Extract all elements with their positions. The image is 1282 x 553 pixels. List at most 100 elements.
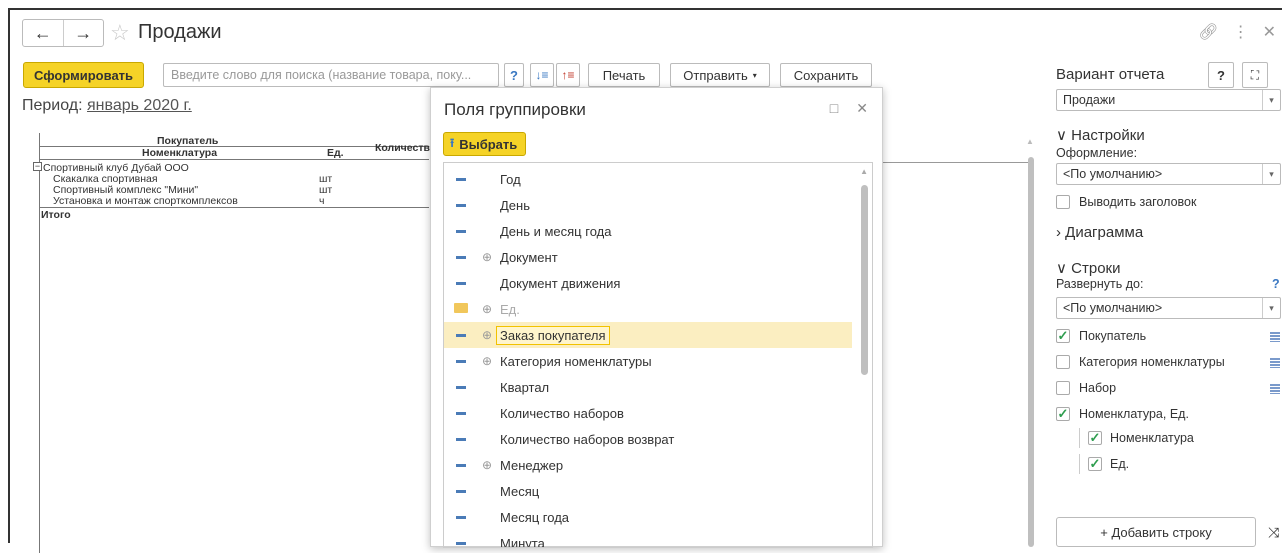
list-item[interactable]: Минута [444, 530, 852, 547]
list-item[interactable]: ⊕ Ед. [444, 296, 852, 322]
sort-desc-button[interactable]: ↑≡ [556, 63, 580, 87]
group-rows-icon [1270, 358, 1280, 368]
list-item[interactable]: ⊕ Категория номенклатуры [444, 348, 852, 374]
list-item[interactable]: Месяц [444, 478, 852, 504]
report-header-divider [39, 146, 429, 147]
variant-title: Вариант отчета [1056, 66, 1165, 83]
subgroup-checkbox-unit[interactable]: ✓ [1088, 457, 1102, 471]
chevron-down-icon: ▾ [752, 70, 757, 80]
close-icon[interactable]: ✕ [1263, 22, 1276, 42]
list-item[interactable]: Количество наборов [444, 400, 852, 426]
item-label: Год [500, 171, 521, 187]
dialog-title: Поля группировки [444, 100, 586, 119]
item-label: Месяц [500, 483, 540, 499]
folder-icon [454, 303, 468, 313]
group-checkbox-category[interactable] [1056, 355, 1070, 369]
expand-plus-icon[interactable]: ⊕ [482, 354, 492, 368]
generate-button[interactable]: Сформировать [23, 62, 145, 88]
sort-asc-button[interactable]: ↓≡ [530, 63, 554, 87]
report-row-unit: ч [319, 195, 325, 207]
scroll-up-icon[interactable]: ▲ [860, 167, 868, 176]
search-help-button[interactable]: ? [504, 63, 524, 87]
expand-help[interactable]: ? [1272, 277, 1280, 291]
send-button[interactable]: Отправить ▾ [670, 63, 770, 87]
header-buyer: Покупатель [157, 135, 219, 147]
item-label: Документ движения [500, 275, 621, 291]
group-rows-icon [1270, 332, 1280, 342]
list-item[interactable]: Документ движения [444, 270, 852, 296]
item-label: Количество наборов возврат [500, 431, 675, 447]
tree-line [1079, 428, 1080, 448]
item-label: Заказ покупателя [496, 325, 610, 345]
period-line: Период: январь 2020 г. [22, 97, 192, 115]
chevron-right-icon: › [1056, 224, 1061, 241]
list-item[interactable]: День [444, 192, 852, 218]
fields-list: Год День День и месяц года ⊕ Документ Док… [443, 162, 873, 548]
chart-section[interactable]: › Диаграмма [1056, 224, 1143, 241]
variant-select[interactable]: Продажи ▾ [1056, 89, 1281, 111]
period-link[interactable]: январь 2020 г. [87, 97, 192, 114]
print-button[interactable]: Печать [588, 63, 660, 87]
send-label: Отправить [683, 67, 748, 83]
group-checkbox-nomenclature[interactable]: ✓ [1056, 407, 1070, 421]
panel-scrollbar[interactable] [1028, 157, 1034, 547]
field-icon [456, 256, 466, 259]
field-icon [456, 282, 466, 285]
save-button[interactable]: Сохранить [780, 63, 872, 87]
list-item[interactable]: Месяц года [444, 504, 852, 530]
expand-select[interactable]: <По умолчанию> ▾ [1056, 297, 1281, 319]
forward-arrow-icon[interactable]: → [64, 20, 104, 46]
list-scrollbar[interactable] [861, 185, 868, 375]
field-icon [456, 204, 466, 207]
list-item-selected[interactable]: ⊕ Заказ покупателя [444, 322, 852, 348]
settings-section[interactable]: ∨ Настройки [1056, 126, 1145, 144]
expand-plus-icon[interactable]: ⊕ [482, 458, 492, 472]
scroll-up-icon[interactable]: ▲ [1026, 137, 1034, 146]
list-item[interactable]: Количество наборов возврат [444, 426, 852, 452]
show-title-checkbox[interactable] [1056, 195, 1070, 209]
expand-plus-icon[interactable]: ⊕ [482, 250, 492, 264]
group-label: Набор [1079, 381, 1117, 395]
back-arrow-icon[interactable]: ← [23, 20, 64, 46]
subgroup-checkbox-nomenclature[interactable]: ✓ [1088, 431, 1102, 445]
group-label: Номенклатура, Ед. [1079, 407, 1189, 421]
design-select[interactable]: <По умолчанию> ▾ [1056, 163, 1281, 185]
item-label: Категория номенклатуры [500, 353, 652, 369]
item-label: Ед. [500, 301, 520, 317]
field-icon [456, 464, 466, 467]
field-icon [456, 490, 466, 493]
report-header-bottom [39, 159, 429, 160]
design-label: Оформление: [1056, 146, 1138, 160]
list-item[interactable]: День и месяц года [444, 218, 852, 244]
collapse-icon[interactable]: − [33, 162, 42, 171]
select-button[interactable]: ⭱ Выбрать [443, 132, 527, 156]
group-checkbox-set[interactable] [1056, 381, 1070, 395]
chevron-down-icon: ∨ [1056, 127, 1067, 144]
field-icon [456, 438, 466, 441]
header-unit: Ед. [327, 147, 344, 159]
list-item[interactable]: ⊕ Менеджер [444, 452, 852, 478]
field-icon [456, 178, 466, 181]
list-item[interactable]: Квартал [444, 374, 852, 400]
search-input[interactable]: Введите слово для поиска (название товар… [163, 63, 499, 87]
list-item[interactable]: ⊕ Документ [444, 244, 852, 270]
header-nomenclature: Номенклатура [142, 147, 218, 159]
design-value: <По умолчанию> [1063, 167, 1163, 181]
link-icon[interactable]: 🔗︎ [1198, 22, 1218, 42]
favorite-star-icon[interactable]: ☆ [110, 20, 130, 46]
expand-plus-icon[interactable]: ⊕ [482, 302, 492, 316]
expand-plus-icon[interactable]: ⊕ [482, 328, 492, 342]
maximize-icon[interactable]: □ [830, 100, 838, 117]
rows-section[interactable]: ∨ Строки [1056, 259, 1121, 277]
more-icon[interactable]: ⋮ [1233, 22, 1249, 42]
group-checkbox-buyer[interactable]: ✓ [1056, 329, 1070, 343]
expand-value: <По умолчанию> [1063, 301, 1163, 315]
chart-title: Диаграмма [1065, 224, 1144, 241]
close-icon[interactable]: ✕ [856, 100, 868, 117]
shuffle-icon[interactable]: ⤨ [1268, 524, 1279, 541]
list-item[interactable]: Год [444, 166, 852, 192]
field-icon [456, 516, 466, 519]
report-row-name: Установка и монтаж спорткомплексов [53, 195, 238, 207]
nav-buttons: ← → [22, 19, 104, 47]
sort-descending-icon: ↑≡ [561, 68, 575, 82]
